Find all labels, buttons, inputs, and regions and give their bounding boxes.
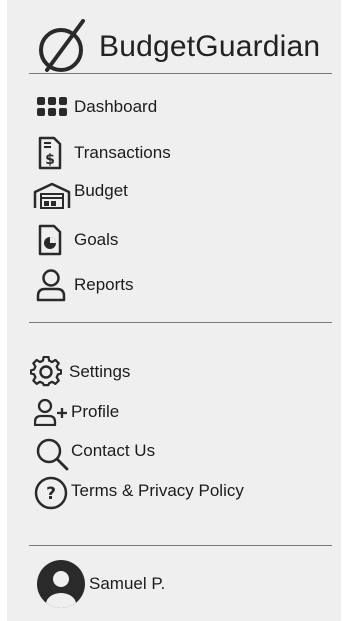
nav-item-goals[interactable]: Goals (34, 224, 118, 256)
nav-label: Settings (69, 362, 131, 381)
nav-item-profile[interactable]: Profile (33, 398, 119, 426)
gear-icon (29, 356, 63, 388)
nav-label: Goals (74, 230, 119, 249)
sidebar: BudgetGuardian Dashboard $ Transactions … (7, 0, 341, 621)
nav-item-reports[interactable]: Reports (34, 268, 134, 302)
footer-divider (29, 545, 332, 546)
nav-label: Transactions (74, 143, 171, 162)
svg-text:?: ? (46, 484, 56, 504)
person-icon (34, 268, 68, 302)
nav-label: Reports (74, 275, 134, 294)
svg-text:$: $ (45, 152, 55, 168)
header-divider (29, 73, 332, 74)
add-user-icon (33, 398, 71, 426)
question-circle-icon: ? (33, 476, 69, 510)
nav-label: Dashboard (74, 97, 158, 116)
pie-chart-file-icon (34, 224, 66, 256)
brand-header[interactable]: BudgetGuardian (33, 16, 320, 78)
nav-label: Contact Us (71, 441, 156, 460)
warehouse-icon (32, 182, 72, 210)
user-profile[interactable]: Samuel P. (37, 560, 165, 608)
nav-divider (29, 322, 332, 323)
nav-item-contact-us[interactable]: Contact Us (33, 437, 155, 471)
app-name: BudgetGuardian (99, 30, 321, 63)
nav-item-terms-privacy[interactable]: ? Terms & Privacy Policy (33, 476, 244, 510)
nav-label: Terms & Privacy Policy (71, 481, 244, 500)
nav-label: Profile (71, 402, 120, 421)
nav-item-transactions[interactable]: $ Transactions (34, 136, 171, 170)
nav-item-budget[interactable]: Budget (32, 181, 128, 210)
user-name: Samuel P. (89, 574, 166, 593)
avatar-icon (37, 560, 85, 608)
nav-item-dashboard[interactable]: Dashboard (34, 96, 157, 118)
receipt-dollar-icon: $ (34, 136, 66, 170)
dashboard-grid-icon (34, 96, 70, 118)
search-icon (33, 437, 71, 471)
nav-label: Budget (74, 181, 128, 200)
brand-logo-icon (39, 19, 85, 72)
nav-item-settings[interactable]: Settings (29, 356, 130, 388)
